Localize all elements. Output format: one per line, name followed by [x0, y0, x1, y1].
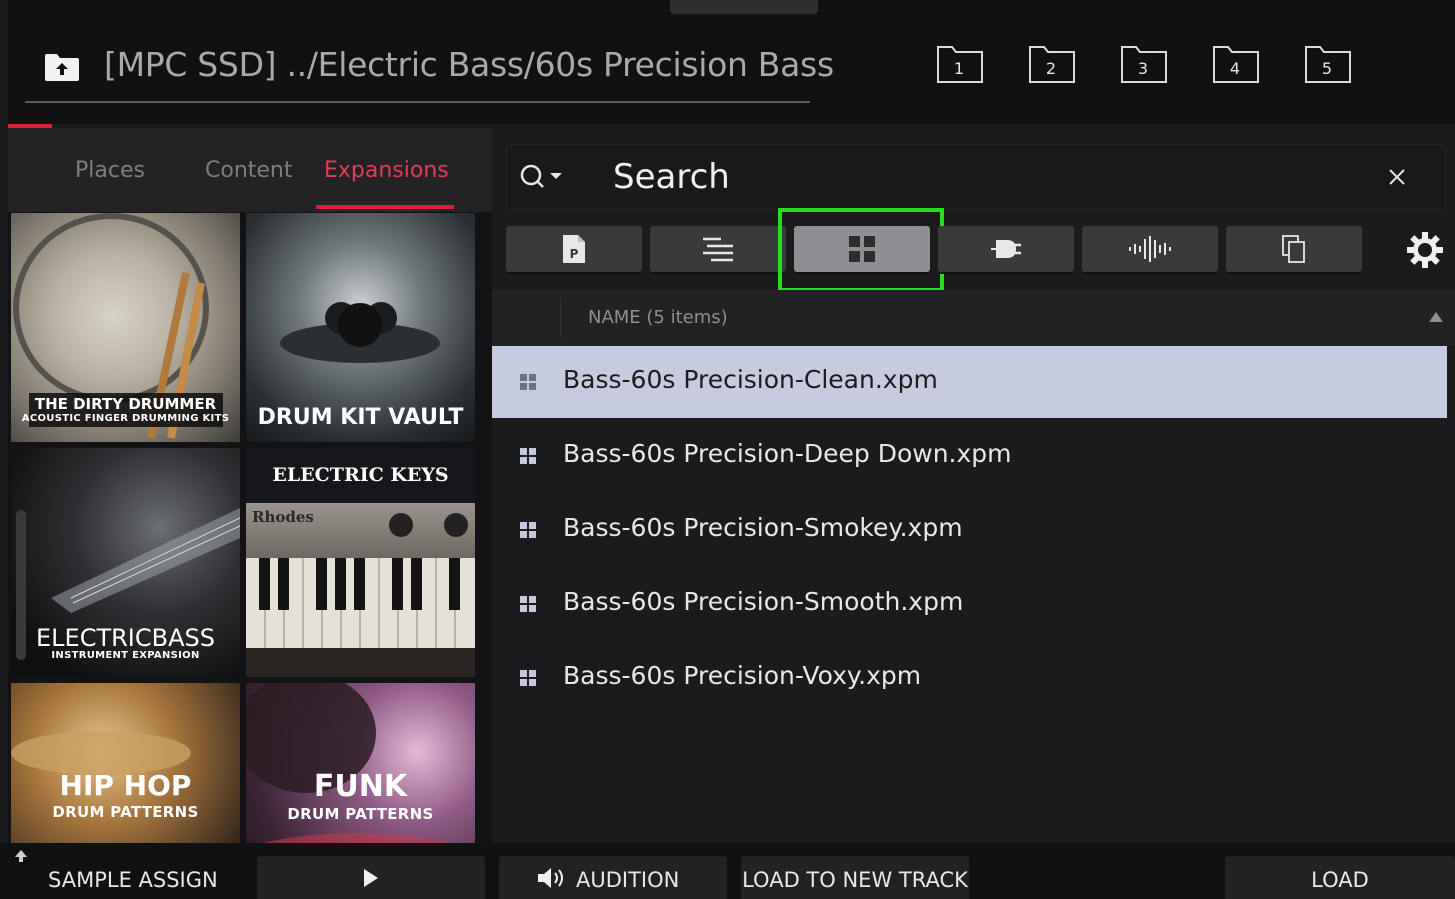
load-label: LOAD [1311, 868, 1369, 892]
browser-left-panel: Places Content Expansions THE DIRTY DRUM… [8, 128, 492, 843]
folder-up-icon[interactable] [44, 52, 80, 82]
program-file-icon: P [563, 235, 585, 263]
search-input[interactable]: Search [613, 157, 730, 197]
file-row[interactable]: Bass-60s Precision-Voxy.xpm [492, 642, 1447, 714]
folder-number: 2 [1045, 59, 1057, 78]
top-handle[interactable] [670, 0, 818, 14]
program-grid-icon [520, 374, 536, 390]
current-path: [MPC SSD] ../Electric Bass/60s Precision… [104, 45, 834, 84]
folder-number: 5 [1321, 59, 1333, 78]
program-grid-icon [520, 596, 536, 612]
file-row[interactable]: Bass-60s Precision-Clean.xpm [492, 346, 1447, 418]
sort-ascending-icon[interactable] [1429, 312, 1443, 322]
file-name: Bass-60s Precision-Smooth.xpm [563, 587, 964, 616]
file-name: Bass-60s Precision-Deep Down.xpm [563, 439, 1012, 468]
sample-assign-label: SAMPLE ASSIGN [48, 868, 218, 892]
tile-title: HIP HOP [59, 769, 192, 802]
browser-right-panel: Search P NAME (5 items) Bass-60s Precisi… [492, 128, 1455, 843]
tile-subtitle: INSTRUMENT EXPANSION [51, 650, 200, 661]
gear-icon[interactable] [1406, 231, 1444, 273]
search-box[interactable]: Search [506, 144, 1446, 210]
folder-number: 4 [1229, 59, 1241, 78]
tile-subtitle: ACOUSTIC FINGER DRUMMING KITS [21, 413, 230, 424]
tab-content[interactable]: Content [205, 158, 293, 183]
folder-shortcut-4[interactable]: 4 [1212, 44, 1262, 86]
browser-tabs: Places Content Expansions [8, 128, 492, 212]
copy-icon [1282, 235, 1305, 263]
play-icon [364, 869, 378, 887]
tile-title: ELECTRIC KEYS [272, 464, 449, 486]
tab-places[interactable]: Places [75, 158, 145, 183]
file-row[interactable]: Bass-60s Precision-Smooth.xpm [492, 568, 1447, 640]
expansion-tile-hip-hop[interactable]: HIP HOP DRUM PATTERNS [11, 683, 240, 843]
selection-highlight [778, 208, 944, 292]
expansion-tile-drum-kit-vault[interactable]: DRUM KIT VAULT [246, 213, 475, 442]
plug-icon [991, 240, 1021, 258]
tile-title: ELECTRICBASS [36, 624, 215, 652]
tile-title: FUNK [313, 769, 408, 804]
arrow-up-icon [15, 850, 27, 862]
waveform-icon [1129, 236, 1171, 262]
file-name: Bass-60s Precision-Smokey.xpm [563, 513, 963, 542]
folder-shortcut-2[interactable]: 2 [1028, 44, 1078, 86]
tile-subtitle: DRUM PATTERNS [287, 805, 434, 823]
load-to-new-track-label: LOAD TO NEW TRACK [742, 868, 968, 892]
file-row[interactable]: Bass-60s Precision-Deep Down.xpm [492, 420, 1447, 492]
program-grid-icon [520, 448, 536, 464]
footer-bar: SAMPLE ASSIGN AUDITION LOAD TO NEW TRACK… [0, 843, 1455, 899]
audition-label: AUDITION [576, 868, 680, 892]
sequence-list-icon [703, 237, 733, 262]
file-row[interactable]: Bass-60s Precision-Smokey.xpm [492, 494, 1447, 566]
grid-scrollbar[interactable] [16, 510, 26, 660]
sample-filter-button[interactable] [1082, 226, 1218, 272]
folder-shortcut-3[interactable]: 3 [1120, 44, 1170, 86]
plugin-filter-button[interactable] [938, 226, 1074, 272]
tile-subtitle: Rhodes [252, 508, 314, 526]
audition-button[interactable]: AUDITION [499, 856, 727, 899]
header-bar: [MPC SSD] ../Electric Bass/60s Precision… [8, 0, 1455, 124]
name-column-header[interactable]: NAME (5 items) [588, 307, 728, 328]
tile-title: THE DIRTY DRUMMER [34, 395, 217, 413]
tab-expansions[interactable]: Expansions [324, 158, 449, 183]
speaker-icon [538, 868, 563, 888]
column-divider [560, 298, 561, 338]
sample-assign-button[interactable]: SAMPLE ASSIGN [10, 843, 235, 899]
play-button[interactable] [257, 856, 485, 899]
expansion-tile-funk[interactable]: FUNK DRUM PATTERNS [246, 683, 475, 843]
tile-subtitle: DRUM PATTERNS [52, 803, 199, 821]
load-button[interactable]: LOAD [1225, 856, 1455, 899]
expansion-tile-dirty-drummer[interactable]: THE DIRTY DRUMMER ACOUSTIC FINGER DRUMMI… [11, 213, 240, 442]
expansion-tile-electric-bass[interactable]: ELECTRICBASS INSTRUMENT EXPANSION [11, 448, 240, 677]
expansion-grid: THE DIRTY DRUMMER ACOUSTIC FINGER DRUMMI… [8, 212, 492, 843]
folder-shortcut-5[interactable]: 5 [1304, 44, 1354, 86]
load-to-new-track-button[interactable]: LOAD TO NEW TRACK [741, 856, 969, 899]
tile-title: DRUM KIT VAULT [257, 405, 464, 430]
active-tab-underline [316, 205, 454, 209]
sequence-filter-button[interactable] [650, 226, 786, 272]
list-header[interactable]: NAME (5 items) [492, 290, 1455, 346]
close-icon[interactable] [1387, 167, 1407, 191]
program-grid-icon [520, 670, 536, 686]
folder-number: 3 [1137, 59, 1149, 78]
search-icon[interactable] [519, 163, 569, 197]
project-filter-button[interactable] [1226, 226, 1362, 272]
file-name: Bass-60s Precision-Voxy.xpm [563, 661, 922, 690]
folder-shortcut-1[interactable]: 1 [936, 44, 986, 86]
folder-number: 1 [953, 59, 965, 78]
expansion-tile-electric-keys[interactable]: ELECTRIC KEYS Rhodes [246, 448, 475, 677]
file-name: Bass-60s Precision-Clean.xpm [563, 365, 938, 394]
program-filter-button[interactable]: P [506, 226, 642, 272]
path-underline [25, 101, 810, 103]
svg-text:P: P [570, 247, 579, 261]
program-grid-icon [520, 522, 536, 538]
